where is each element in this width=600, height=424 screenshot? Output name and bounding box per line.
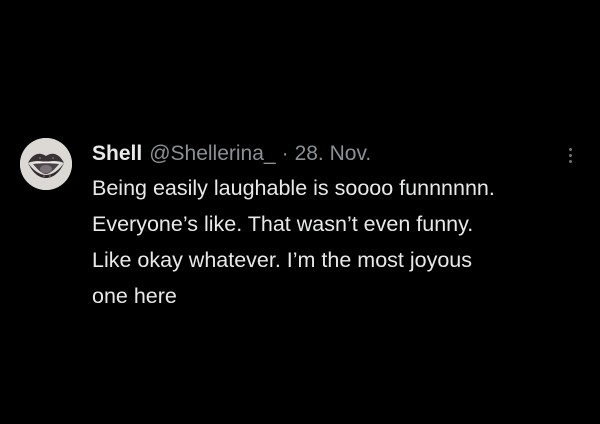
tweet-text-line: Being easily laughable is soooo funnnnnn… — [92, 176, 495, 200]
author-name[interactable]: Shell — [92, 140, 142, 168]
tweet-header: Shell @Shellerina_ · 28. Nov. — [92, 140, 371, 168]
more-dot — [568, 147, 572, 151]
tweet-text-line: one here — [92, 284, 177, 308]
header-separator: · — [281, 142, 289, 165]
tweet-text-line: Everyone’s like. That wasn’t even funny. — [92, 212, 474, 236]
tweet-date[interactable]: 28. Nov. — [295, 140, 372, 168]
tweet-text: Being easily laughable is soooo funnnnnn… — [92, 170, 582, 314]
more-dot — [568, 153, 572, 157]
avatar[interactable] — [20, 138, 72, 190]
author-handle[interactable]: @Shellerina_ — [149, 140, 275, 168]
more-dot — [568, 159, 572, 163]
tweet-card[interactable]: Shell @Shellerina_ · 28. Nov. Being easi… — [0, 0, 600, 424]
tweet-text-line: Like okay whatever. I’m the most joyous — [92, 248, 473, 272]
more-options-icon[interactable] — [560, 142, 580, 168]
lips-avatar-icon — [20, 138, 72, 190]
